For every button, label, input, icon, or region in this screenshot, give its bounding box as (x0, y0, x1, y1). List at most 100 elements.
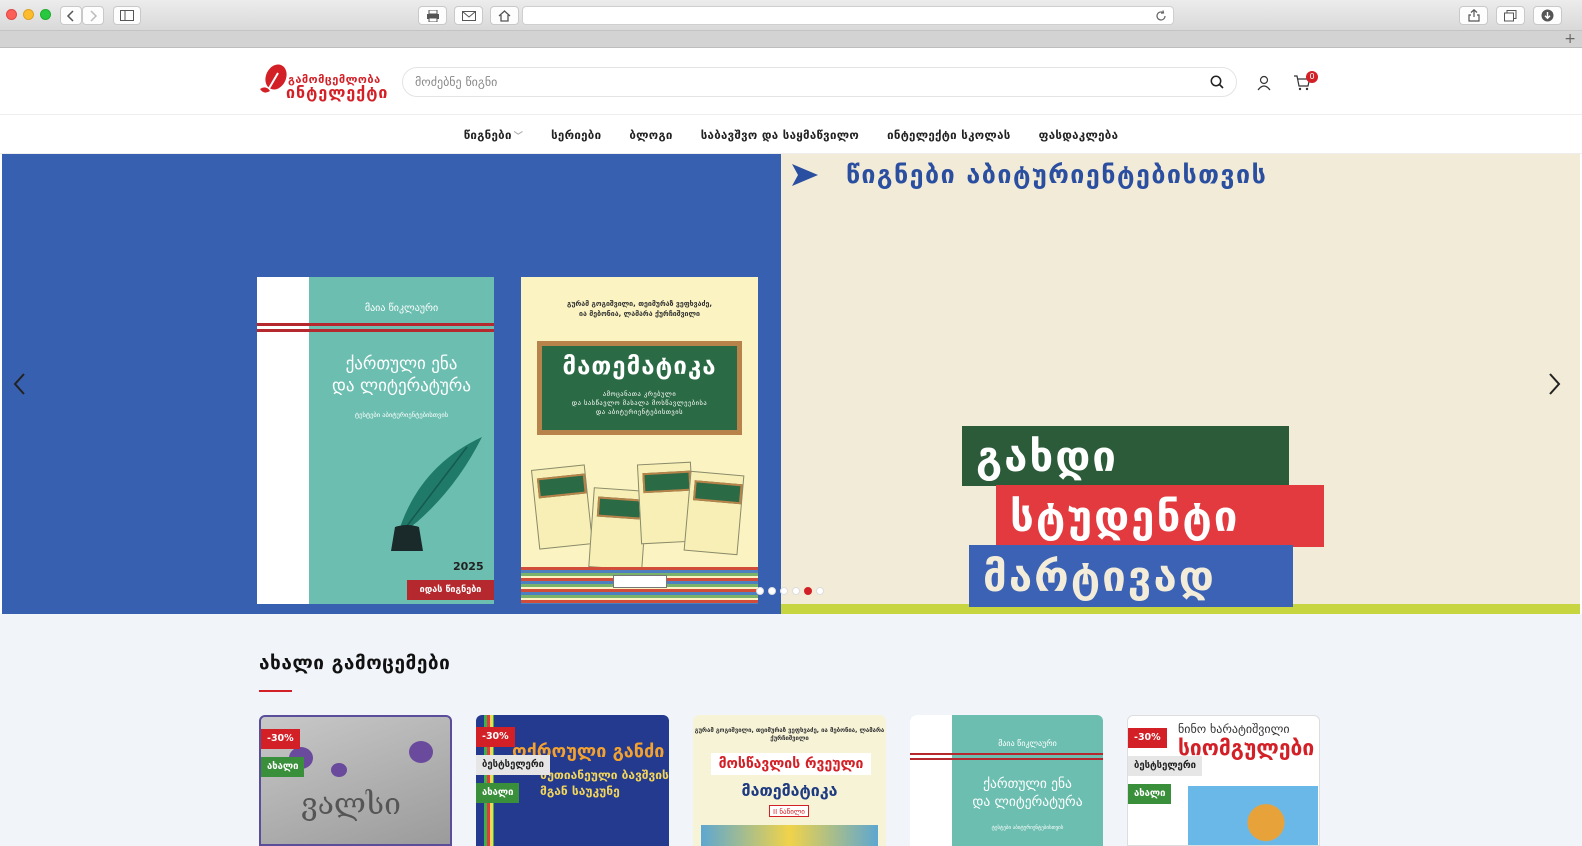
new-badge: ახალი (261, 757, 305, 777)
tabs-icon (1504, 9, 1517, 21)
print-button[interactable] (418, 6, 447, 25)
book-title-line: ქართული ენა (983, 776, 1072, 792)
book-subtitle: ტესტები აბიტურიენტებისთვის (991, 825, 1064, 831)
logo-text-bottom[interactable]: ინტელექტი (286, 83, 388, 102)
chevron-right-icon (90, 9, 98, 22)
sidebar-icon (120, 10, 134, 21)
discount-badge: -30% (261, 729, 300, 749)
book-band (910, 758, 1103, 760)
cover-author: ნინო ხარატიშვილი (1178, 722, 1290, 736)
bestseller-badge: ბესტსელერი (1128, 756, 1202, 776)
product-card-1[interactable]: ვალსი -30% ახალი (259, 715, 452, 846)
book-band (257, 329, 494, 332)
chevron-down-icon: ﹀ (513, 131, 524, 142)
discount-badge: -30% (1128, 728, 1167, 748)
cover-part-label: II ნაწილი (769, 805, 809, 817)
cover-title: მათემატიკა (741, 781, 838, 800)
search-bar (402, 67, 1237, 97)
poster-text: გახდი (976, 431, 1118, 481)
section-title-underline (259, 690, 292, 692)
product-card-2[interactable]: ოქროული განძი ხუთიანეული ბავშვის მგან საუ… (476, 715, 669, 846)
slider-dot-1[interactable] (756, 587, 764, 595)
search-input[interactable] (415, 68, 1195, 96)
product-card-5[interactable]: ნინო ხარატიშვილი სიომგულები -30% ბესტსელ… (1127, 715, 1320, 846)
slider-dot-2[interactable] (768, 587, 776, 595)
book-author: მაია წიკლაური (998, 739, 1057, 748)
user-icon[interactable] (1255, 74, 1273, 92)
printer-icon (426, 9, 439, 22)
hero-book-georgian[interactable]: მაია წიკლაური ქართული ენა და ლიტერატურა ტ… (257, 277, 494, 604)
back-button[interactable] (60, 6, 82, 25)
slider-dot-3[interactable] (780, 587, 788, 595)
poster-line-2: სტუდენტი (996, 485, 1324, 547)
main-nav: წიგნები ﹀ სერიები ბლოგი საბავშვო და საყმა… (0, 116, 1582, 154)
book-authors-line: ია მებონია, ლამარა ქურჩიშვილი (579, 310, 700, 318)
chevron-left-icon (66, 9, 74, 22)
tabs-overview-button[interactable] (1496, 6, 1525, 25)
book-subtitle-line: და აბიტურიენტებისთვის (595, 408, 684, 416)
forward-button[interactable] (82, 6, 104, 25)
minimize-window-button[interactable] (23, 9, 34, 20)
book-subtitle: ტესტები აბიტურიენტებისთვის (354, 411, 449, 419)
book-spine (910, 715, 952, 846)
new-tab-button[interactable]: + (1564, 31, 1576, 48)
arrow-right-icon (792, 164, 818, 186)
nav-item-label: წიგნები (463, 127, 512, 142)
home-button[interactable] (490, 6, 519, 25)
book-band (910, 753, 1103, 755)
nav-item-school[interactable]: ინტელექტი სკოლას (887, 128, 1011, 142)
slider-dot-5[interactable] (804, 587, 812, 595)
cover-illustration (1188, 786, 1318, 845)
product-card-4[interactable]: მაია წიკლაური ქართული ენა და ლიტერატურა ტ… (910, 715, 1103, 846)
book-title-line: და ლიტერატურა (972, 794, 1083, 810)
hero-book-math[interactable]: გურამ გოგიშვილი, თეიმურაზ ვეფხვაძე, ია მე… (521, 277, 758, 604)
slider-next-button[interactable] (1544, 370, 1564, 398)
nav-item-blog[interactable]: ბლოგი (629, 128, 672, 142)
cover-title: ვალსი (301, 787, 401, 822)
search-icon[interactable] (1210, 75, 1224, 89)
cover-authors: გურამ გოგიშვილი, თეიმურაზ ვეფხვაძე, ია მ… (694, 727, 885, 742)
book-title: ქართული ენა და ლიტერატურა (952, 775, 1103, 811)
mail-icon (461, 10, 476, 21)
home-icon (498, 9, 511, 22)
book-authors-line: გურამ გოგიშვილი, თეიმურაზ ვეფხვაძე, (566, 300, 712, 308)
poster-line-1: გახდი (962, 426, 1289, 486)
nav-item-series[interactable]: სერიები (551, 128, 601, 142)
flower-illustration (331, 763, 347, 777)
slider-prev-button[interactable] (10, 370, 30, 398)
share-icon (1467, 9, 1480, 22)
logo-quill-icon[interactable] (258, 63, 288, 99)
close-window-button[interactable] (6, 9, 17, 20)
cart-count-badge: 0 (1306, 71, 1318, 83)
cover-subtitle-line: მგან საუკუნე (540, 784, 620, 798)
book-title: ქართული ენა და ლიტერატურა (309, 353, 494, 397)
cover-subtitle: ხუთიანეული ბავშვის მგან საუკუნე (540, 767, 669, 799)
tab-strip: + (0, 31, 1582, 48)
mail-button[interactable] (454, 6, 483, 25)
book-author: მაია წიკლაური (364, 303, 439, 314)
book-spine (257, 277, 309, 604)
downloads-button[interactable] (1533, 6, 1562, 25)
chalkboard: მათემატიკა ამოცანათა კრებული და სასწავლო … (537, 341, 742, 435)
slider-dots (756, 587, 824, 595)
poster-text: სტუდენტი (1010, 491, 1240, 541)
nav-item-books[interactable]: წიგნები ﹀ (464, 128, 523, 142)
zoom-window-button[interactable] (40, 9, 51, 20)
share-button[interactable] (1459, 6, 1488, 25)
book-authors: გურამ გოგიშვილი, თეიმურაზ ვეფხვაძე, ია მე… (531, 299, 748, 319)
poster-line-3: მარტივად (969, 545, 1293, 607)
hero-slider[interactable] (2, 154, 1580, 614)
sidebar-toggle-button[interactable] (113, 6, 141, 25)
cover-illustration (701, 825, 878, 846)
slider-dot-6[interactable] (816, 587, 824, 595)
nav-item-discount[interactable]: ფასდაკლება (1039, 128, 1119, 142)
nav-item-kids[interactable]: საბავშვო და საყმაწვილო (701, 128, 859, 142)
address-bar[interactable] (522, 6, 1174, 25)
book-publisher: იდას წიგნები (407, 580, 494, 600)
flower-illustration (409, 741, 433, 763)
book-band (257, 323, 494, 326)
product-card-3[interactable]: გურამ გოგიშვილი, თეიმურაზ ვეფხვაძე, ია მ… (693, 715, 886, 846)
reload-icon[interactable] (1155, 10, 1167, 22)
slider-dot-4[interactable] (792, 587, 800, 595)
browser-toolbar (0, 0, 1582, 31)
